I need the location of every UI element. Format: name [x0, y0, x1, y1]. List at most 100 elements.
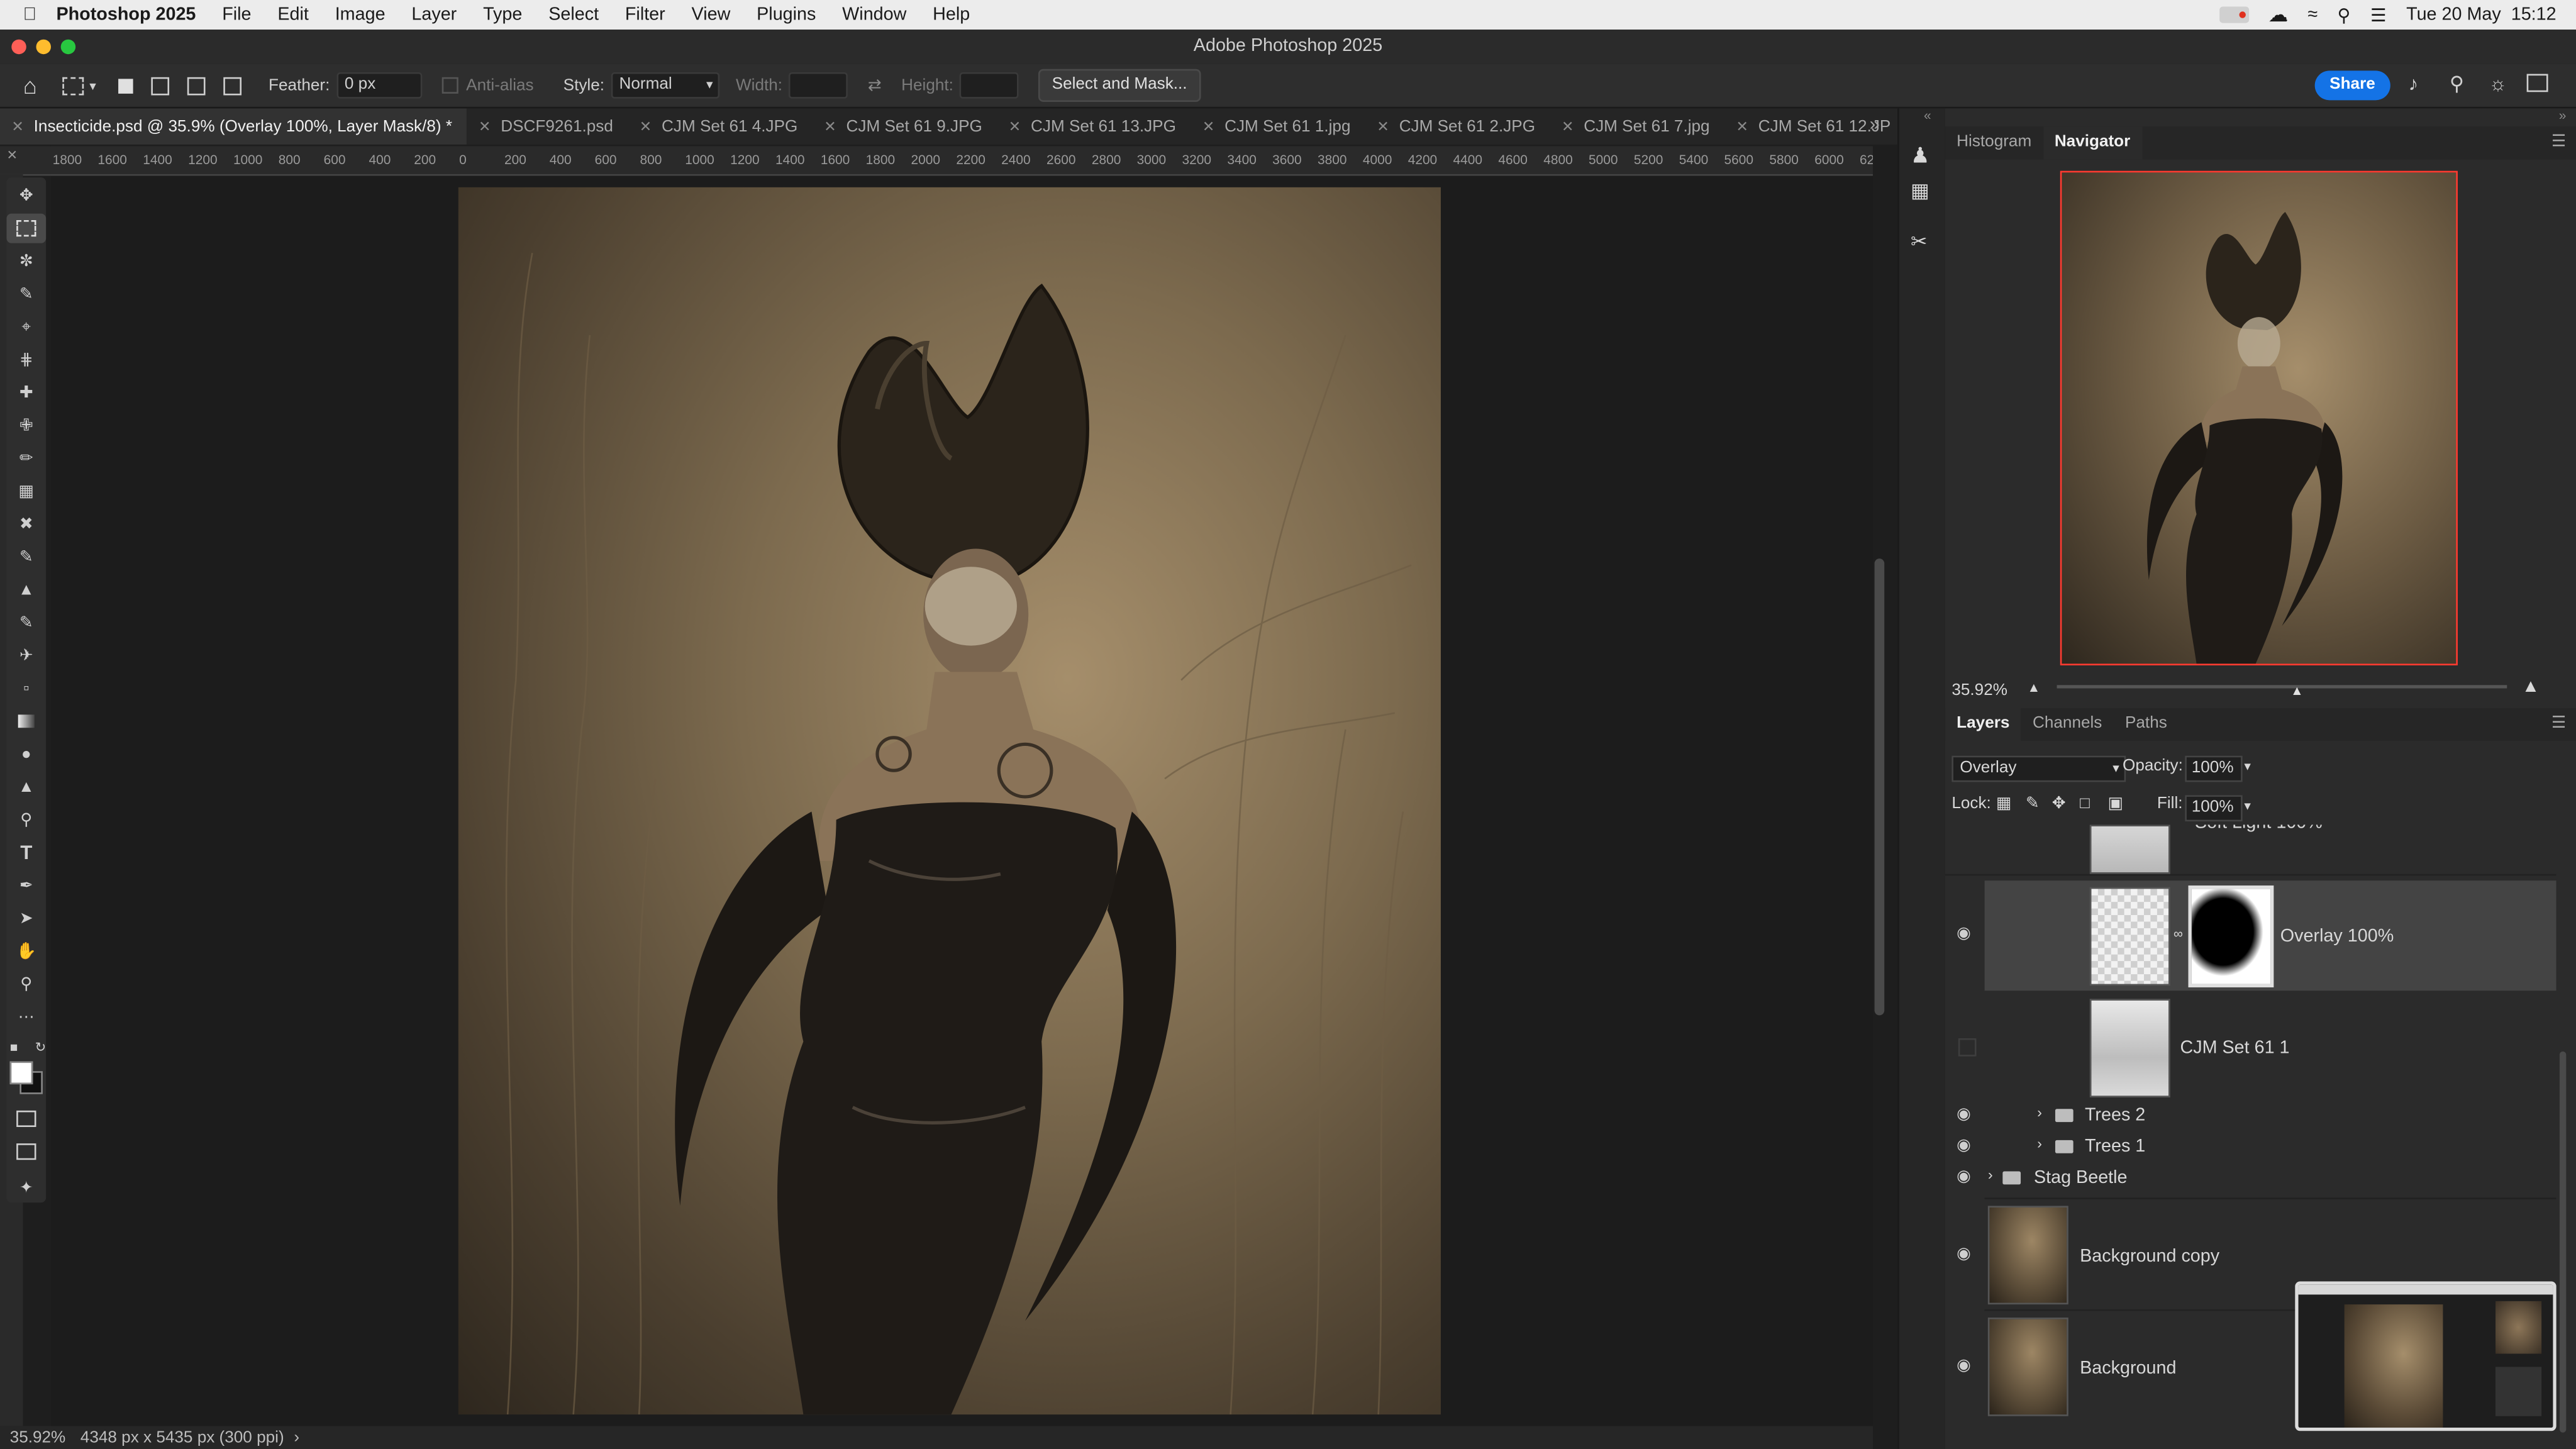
- app-menu[interactable]: Photoshop 2025: [56, 5, 196, 25]
- chevron-right-icon[interactable]: ›: [2037, 1104, 2042, 1120]
- tab-paths[interactable]: Paths: [2114, 708, 2179, 741]
- mixer-brush-tool-icon[interactable]: ✎: [6, 542, 46, 572]
- layer-row-cjm-set-61-1[interactable]: CJM Set 61 1: [1958, 992, 2557, 1101]
- navigator-zoom-value[interactable]: 35.92%: [1951, 682, 2007, 700]
- eye-icon[interactable]: ◉: [1957, 1138, 1973, 1155]
- lock-transparent-icon[interactable]: ▦: [1996, 795, 2012, 813]
- feather-input[interactable]: 0 px: [336, 72, 422, 99]
- menu-file[interactable]: File: [222, 5, 251, 25]
- navigator-zoom-slider[interactable]: [2057, 685, 2507, 689]
- lock-pixels-icon[interactable]: ✎: [2026, 795, 2040, 813]
- eraser-tool-icon[interactable]: ▫: [6, 674, 46, 703]
- close-tab-icon[interactable]: ✕: [1377, 118, 1389, 136]
- screenshot-preview-thumbnail[interactable]: [2295, 1281, 2557, 1431]
- status-document-size[interactable]: 4348 px x 5435 px (300 ppi): [80, 1428, 284, 1446]
- close-tab-icon[interactable]: ✕: [640, 118, 652, 136]
- tab-cjm-7[interactable]: ✕ CJM Set 61 7.jpg: [1550, 108, 1725, 144]
- stamp-tool-icon[interactable]: ▲: [6, 575, 46, 604]
- healing-brush-tool-icon[interactable]: ✚: [6, 378, 46, 408]
- chevron-down-icon[interactable]: ▾: [89, 78, 96, 93]
- close-tab-icon[interactable]: ✕: [1009, 118, 1021, 136]
- close-tab-icon[interactable]: ✕: [1202, 118, 1215, 136]
- canvas-area[interactable]: [50, 175, 1873, 1426]
- zoom-in-icon[interactable]: ▲: [2522, 677, 2540, 696]
- swap-colors-icon[interactable]: ↻: [6, 1031, 51, 1061]
- chevron-down-icon[interactable]: ▾: [2244, 799, 2250, 814]
- search-icon[interactable]: ⚲: [2450, 72, 2464, 96]
- quick-selection-tool-icon[interactable]: ✎: [6, 279, 46, 309]
- close-tab-icon[interactable]: ✕: [1736, 118, 1748, 136]
- swap-dimensions-icon[interactable]: ⇄: [868, 76, 882, 94]
- tab-cjm-9[interactable]: ✕ CJM Set 61 9.JPG: [813, 108, 997, 144]
- more-tools-icon[interactable]: ⋯: [6, 1002, 46, 1031]
- layer-row-stag-beetle[interactable]: ◉ › Stag Beetle: [1957, 1163, 2557, 1196]
- tab-cjm-2[interactable]: ✕ CJM Set 61 2.JPG: [1365, 108, 1550, 144]
- clone-stamp-tool-icon[interactable]: ✖: [6, 509, 46, 539]
- properties-icon[interactable]: ▦: [1911, 179, 1929, 203]
- menu-plugins[interactable]: Plugins: [757, 5, 816, 25]
- menu-layer[interactable]: Layer: [411, 5, 457, 25]
- tab-channels[interactable]: Channels: [2021, 708, 2114, 741]
- close-tab-icon[interactable]: ✕: [1562, 118, 1574, 136]
- eye-icon[interactable]: ◉: [1957, 1358, 1973, 1375]
- canvas-vertical-scrollbar[interactable]: [1874, 558, 1885, 1016]
- zoom-out-icon[interactable]: ▲: [2028, 680, 2041, 695]
- menu-help[interactable]: Help: [933, 5, 970, 25]
- spot-healing-tool-icon[interactable]: ✙: [6, 411, 46, 440]
- tab-cjm-13[interactable]: ✕ CJM Set 61 13.JPG: [997, 108, 1191, 144]
- eye-icon[interactable]: ◉: [1957, 1169, 1973, 1186]
- sharpen-tool-icon[interactable]: ▲: [6, 772, 46, 802]
- height-input[interactable]: [960, 72, 1019, 99]
- intersect-selection-icon[interactable]: [224, 76, 243, 95]
- eye-icon[interactable]: ◉: [1957, 1106, 1973, 1124]
- chevron-right-icon[interactable]: ›: [294, 1428, 299, 1446]
- lasso-tool-icon[interactable]: ✼: [6, 247, 46, 276]
- zoom-tool-icon[interactable]: ⚲: [6, 969, 46, 999]
- opacity-input[interactable]: 100%: [2185, 755, 2243, 782]
- status-zoom[interactable]: 35.92%: [10, 1428, 66, 1446]
- chevron-right-icon[interactable]: ›: [1988, 1167, 1993, 1183]
- anti-alias-checkbox[interactable]: [441, 77, 458, 94]
- lock-artboard-icon[interactable]: □: [2080, 795, 2090, 813]
- minimize-window-button[interactable]: [36, 39, 51, 55]
- navigator-zoom-slider-thumb[interactable]: ▲: [2290, 684, 2304, 699]
- dodge-tool-icon[interactable]: ⚲: [6, 805, 46, 835]
- menu-select[interactable]: Select: [548, 5, 599, 25]
- tab-cjm-4[interactable]: ✕ CJM Set 61 4.JPG: [628, 108, 813, 144]
- close-tab-icon[interactable]: ✕: [479, 118, 491, 136]
- gradient-tool-icon[interactable]: [6, 706, 46, 736]
- tab-histogram[interactable]: Histogram: [1945, 126, 2043, 159]
- zoom-window-button[interactable]: [60, 39, 76, 55]
- layer-row-overlay[interactable]: ◉ ∞ Overlay 100%: [1957, 880, 2557, 991]
- libraries-icon[interactable]: ♟: [1911, 143, 1929, 169]
- chevron-down-icon[interactable]: ▾: [2244, 759, 2250, 774]
- menubar-clock[interactable]: Tue 20 May 15:12: [2406, 5, 2557, 25]
- layer-row-soft-light[interactable]: Soft Light 100%: [1945, 824, 2557, 876]
- layer-row-trees-1[interactable]: ◉ › Trees 1: [1957, 1132, 2557, 1163]
- history-brush-tool-icon[interactable]: ✎: [6, 608, 46, 638]
- paint-tool-icon[interactable]: ✈: [6, 641, 46, 670]
- creative-cloud-icon[interactable]: ☁: [2268, 3, 2288, 26]
- menu-view[interactable]: View: [692, 5, 731, 25]
- pattern-tool-icon[interactable]: ▦: [6, 477, 46, 506]
- panel-menu-icon[interactable]: ☰: [2551, 133, 2566, 152]
- type-tool-icon[interactable]: T: [6, 838, 46, 867]
- tab-layers[interactable]: Layers: [1945, 708, 2021, 741]
- eyedropper-tool-icon[interactable]: ⋕: [6, 345, 46, 375]
- blur-tool-icon[interactable]: ●: [6, 740, 46, 769]
- tab-cjm-1[interactable]: ✕ CJM Set 61 1.jpg: [1191, 108, 1365, 144]
- select-and-mask-button[interactable]: Select and Mask...: [1038, 69, 1201, 102]
- link-icon[interactable]: ∞: [2174, 926, 2183, 941]
- notifications-icon[interactable]: ♪: [2409, 72, 2419, 96]
- brush-tool-icon[interactable]: ✏: [6, 443, 46, 473]
- close-window-button[interactable]: [11, 39, 26, 55]
- more-tabs-icon[interactable]: »: [1870, 115, 1880, 135]
- close-tab-icon[interactable]: ✕: [824, 118, 836, 136]
- move-tool-icon[interactable]: ✥: [6, 180, 46, 210]
- width-input[interactable]: [789, 72, 848, 99]
- collapse-right-panel-icon[interactable]: »: [2559, 108, 2567, 123]
- screen-record-icon[interactable]: [2219, 6, 2249, 23]
- home-icon[interactable]: ⌂: [23, 72, 37, 99]
- close-tab-icon[interactable]: ✕: [11, 118, 24, 136]
- share-button[interactable]: Share: [2314, 70, 2390, 101]
